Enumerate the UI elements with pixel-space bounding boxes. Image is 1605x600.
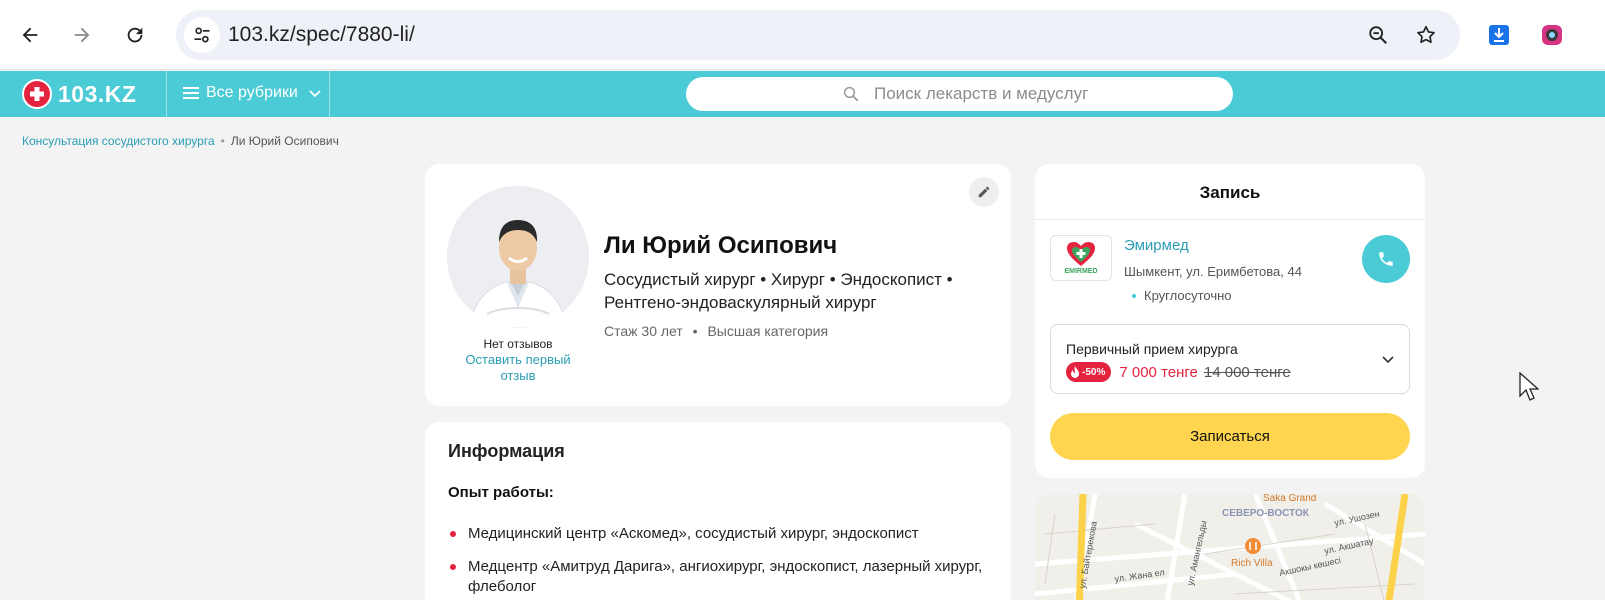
leave-first-review-link[interactable]: Оставить первый отзыв bbox=[463, 352, 573, 384]
booking-title: Запись bbox=[1199, 183, 1261, 202]
reviews-status: Нет отзывов bbox=[483, 337, 553, 351]
all-rubrics-menu[interactable]: Все рубрики bbox=[182, 84, 322, 102]
reload-button[interactable] bbox=[117, 17, 153, 53]
clinic-hours: Круглосуточно bbox=[1132, 288, 1232, 303]
tune-icon bbox=[194, 27, 210, 43]
all-rubrics-label: Все рубрики bbox=[206, 84, 298, 101]
camera-extension-icon bbox=[1542, 25, 1562, 45]
list-item: Медицинский центр «Аскомед», сосудистый … bbox=[448, 524, 993, 544]
map-label: Saka Grand bbox=[1263, 494, 1316, 504]
breadcrumb-parent-link[interactable]: Консультация сосудистого хирурга bbox=[22, 134, 215, 148]
doctor-category: Высшая категория bbox=[707, 323, 829, 339]
extension-button[interactable] bbox=[1534, 17, 1570, 53]
status-dot-icon bbox=[1132, 293, 1136, 298]
forward-arrow-icon bbox=[74, 27, 90, 43]
map-canvas: Saka Grand СЕВЕРО-ВОСТОК Rich Villa ул. … bbox=[1035, 494, 1425, 600]
site-info-button[interactable] bbox=[184, 17, 220, 53]
breadcrumb-separator: • bbox=[220, 134, 225, 148]
price-old: 14 000 тенге bbox=[1203, 363, 1291, 381]
address-bar[interactable]: 103.kz/spec/7880-li/ bbox=[176, 10, 1460, 60]
work-experience-list: Медицинский центр «Аскомед», сосудистый … bbox=[448, 524, 993, 600]
back-arrow-icon bbox=[22, 27, 38, 43]
mouse-cursor-icon bbox=[1519, 372, 1539, 401]
clinic-name-link[interactable]: Эмирмед bbox=[1124, 237, 1189, 254]
chevron-down-icon bbox=[309, 90, 321, 98]
doctor-profile-card: Нет отзывов Оставить первый отзыв Ли Юри… bbox=[425, 164, 1011, 406]
search-placeholder: Поиск лекарств и медуслуг bbox=[874, 84, 1089, 103]
call-button[interactable] bbox=[1362, 235, 1410, 283]
bookmark-button[interactable] bbox=[1408, 17, 1444, 53]
reload-icon bbox=[127, 27, 143, 43]
cross-logo-icon bbox=[22, 79, 52, 109]
star-icon bbox=[1417, 25, 1435, 44]
price-new: 7 000 тенге bbox=[1119, 363, 1198, 381]
download-icon bbox=[1489, 25, 1509, 45]
header-divider bbox=[329, 71, 330, 117]
fire-icon bbox=[1071, 366, 1079, 378]
work-experience-label: Опыт работы: bbox=[448, 484, 554, 501]
menu-icon bbox=[183, 87, 199, 99]
forward-button[interactable] bbox=[64, 17, 100, 53]
clinic-logo-text: EMIRMED bbox=[1064, 268, 1098, 275]
service-name: Первичный прием хирурга bbox=[1066, 341, 1238, 357]
doctor-name: Ли Юрий Осипович bbox=[604, 232, 838, 259]
downloads-button[interactable] bbox=[1481, 17, 1517, 53]
restaurant-pin-icon bbox=[1245, 538, 1261, 554]
site-header: 103.KZ Все рубрики Поиск лекарств и меду… bbox=[0, 71, 1605, 117]
doctor-experience: Стаж 30 лет bbox=[604, 323, 683, 339]
information-card: Информация Опыт работы: Медицинский цент… bbox=[425, 422, 1011, 600]
search-icon bbox=[843, 86, 859, 102]
divider bbox=[1035, 219, 1425, 220]
list-item: Медцентр «Амитруд Дарига», ангиохирург, … bbox=[448, 557, 993, 597]
map-label: Rich Villa bbox=[1231, 558, 1273, 569]
map-label: СЕВЕРО-ВОСТОК bbox=[1222, 508, 1310, 519]
doctor-specialties: Сосудистый хирург • Хирург • Эндоскопист… bbox=[604, 270, 953, 312]
back-button[interactable] bbox=[12, 17, 48, 53]
header-divider bbox=[166, 71, 167, 117]
meta-separator: • bbox=[692, 323, 698, 339]
zoom-out-icon bbox=[1369, 26, 1387, 44]
logo-text: 103.KZ bbox=[58, 80, 137, 107]
booking-card: Запись EMIRMED Эмирмед Шымкент, ул. Ерим… bbox=[1035, 164, 1425, 478]
discount-badge: -50% bbox=[1066, 362, 1112, 382]
zoom-button[interactable] bbox=[1360, 17, 1396, 53]
doctor-meta: Стаж 30 лет • Высшая категория bbox=[604, 323, 828, 339]
site-logo[interactable]: 103.KZ bbox=[22, 79, 136, 109]
breadcrumb: Консультация сосудистого хирурга • Ли Юр… bbox=[22, 134, 339, 148]
browser-toolbar: 103.kz/spec/7880-li/ bbox=[0, 0, 1605, 70]
heart-logo-icon bbox=[1067, 242, 1095, 266]
price-row: -50% 7 000 тенге 14 000 тенге bbox=[1066, 362, 1291, 382]
doctor-avatar bbox=[447, 186, 589, 328]
information-title: Информация bbox=[448, 441, 565, 461]
clinic-hours-label: Круглосуточно bbox=[1144, 288, 1232, 303]
search-input[interactable]: Поиск лекарств и медуслуг bbox=[686, 77, 1233, 111]
clinic-address: Шымкент, ул. Еримбетова, 44 bbox=[1124, 264, 1302, 279]
book-appointment-button[interactable]: Записаться bbox=[1050, 413, 1410, 460]
edit-button[interactable] bbox=[969, 177, 999, 207]
pencil-icon bbox=[978, 186, 990, 198]
discount-value: -50% bbox=[1082, 366, 1106, 378]
chevron-down-icon bbox=[1382, 356, 1394, 364]
map[interactable]: Saka Grand СЕВЕРО-ВОСТОК Rich Villa ул. … bbox=[1035, 494, 1425, 600]
breadcrumb-current: Ли Юрий Осипович bbox=[230, 134, 339, 148]
clinic-logo[interactable]: EMIRMED bbox=[1050, 235, 1112, 281]
phone-icon bbox=[1379, 252, 1393, 266]
url-text[interactable]: 103.kz/spec/7880-li/ bbox=[228, 23, 415, 47]
service-select[interactable]: Первичный прием хирурга -50% 7 000 тенге… bbox=[1050, 324, 1410, 394]
